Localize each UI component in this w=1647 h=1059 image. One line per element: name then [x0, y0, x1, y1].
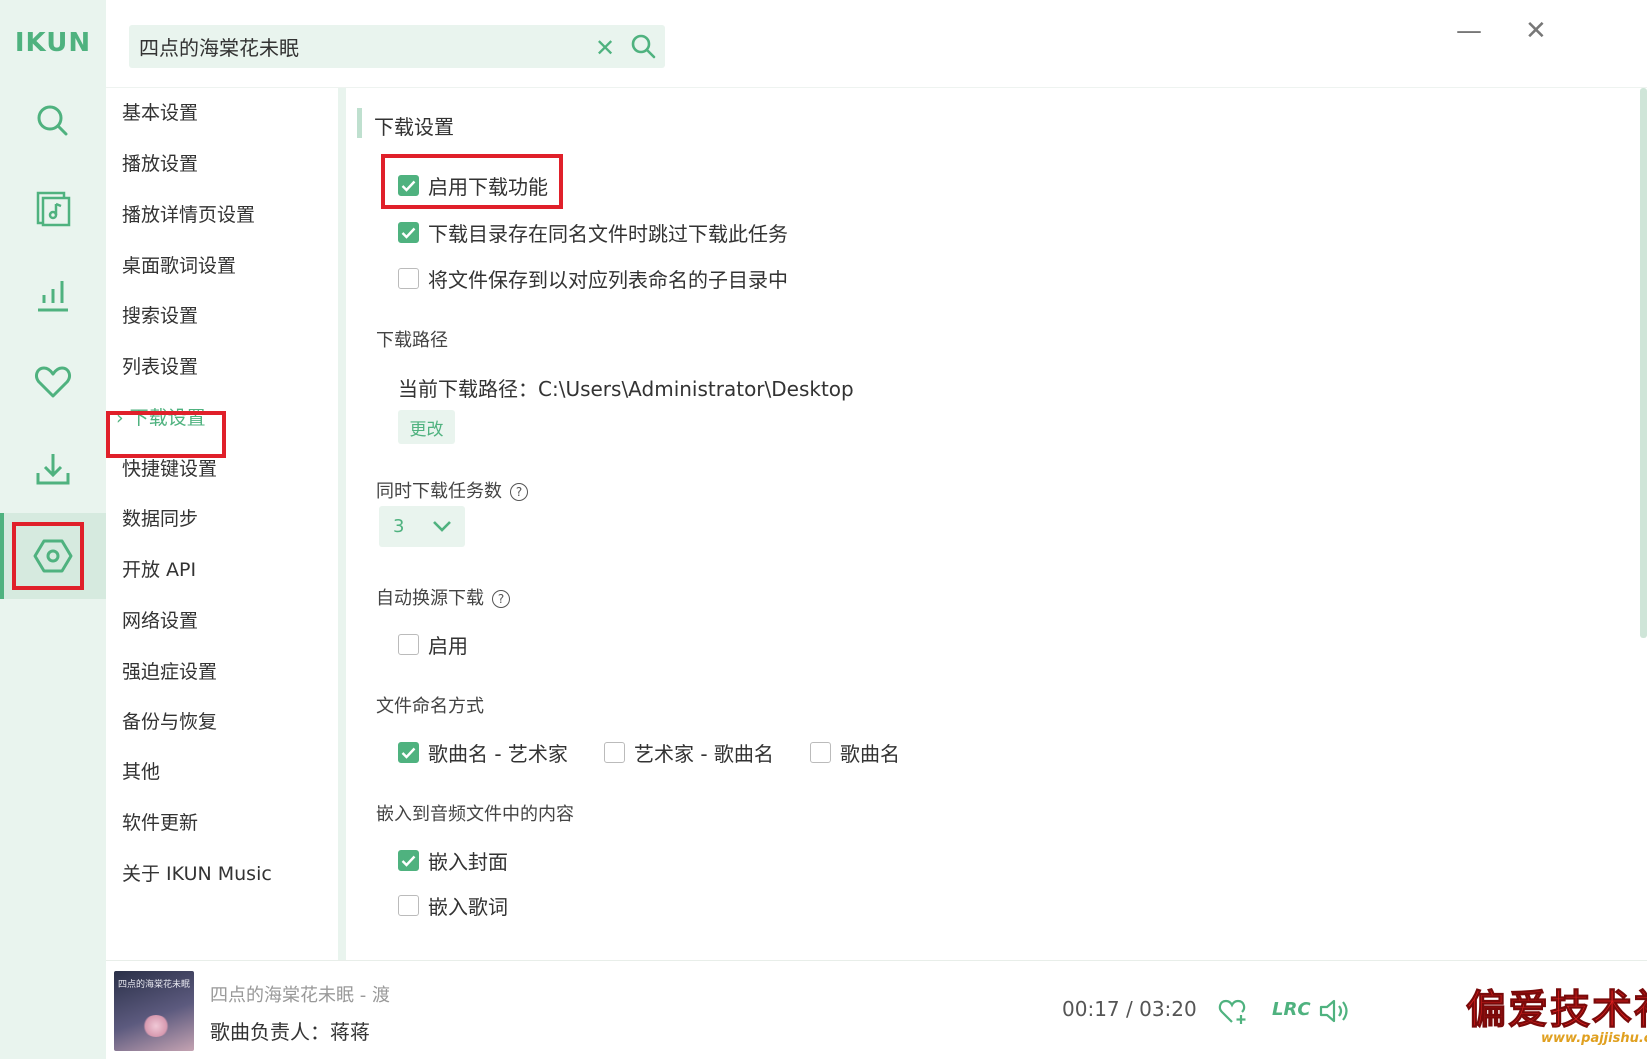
nav-item-download[interactable]: › 下载设置	[116, 403, 206, 430]
nav-item[interactable]: 备份与恢复	[122, 707, 217, 734]
concurrent-heading-label: 同时下载任务数	[376, 481, 502, 502]
settings-nav: 基本设置 播放设置 播放详情页设置 桌面歌词设置 搜索设置 列表设置 › 下载设…	[106, 88, 344, 960]
naming-option-title-artist[interactable]: 歌曲名 - 艺术家	[398, 738, 568, 767]
save-subdir-checkbox[interactable]: 将文件保存到以对应列表命名的子目录中	[398, 264, 788, 293]
checkbox-checked-icon	[398, 222, 419, 243]
player-bar: 四点的海棠花未眠 四点的海棠花未眠 - 渡 歌曲负责人：蒋蒋 00:17 / 0…	[106, 960, 1647, 1059]
search-icon[interactable]	[629, 32, 657, 60]
rail-search[interactable]	[0, 78, 106, 164]
top-bar: ✕ — ✕	[106, 0, 1647, 88]
nav-item[interactable]: 搜索设置	[122, 301, 198, 328]
rail-library[interactable]	[0, 165, 106, 251]
embed-heading: 嵌入到音频文件中的内容	[376, 804, 574, 825]
help-icon[interactable]: ?	[492, 590, 510, 608]
heart-icon	[35, 366, 71, 398]
checkbox-label: 将文件保存到以对应列表命名的子目录中	[428, 268, 788, 292]
change-path-button[interactable]: 更改	[398, 410, 455, 444]
settings-icon	[33, 539, 73, 573]
auto-source-heading: 自动换源下载?	[376, 584, 510, 610]
watermark-logo: 偏爱技术社区	[1466, 986, 1647, 1034]
nav-item[interactable]: 其他	[122, 757, 160, 784]
rail-download[interactable]	[0, 426, 106, 512]
checkbox-label: 下载目录存在同名文件时跳过下载此任务	[428, 222, 788, 246]
checkbox-unchecked-icon	[604, 742, 625, 763]
nav-item[interactable]: 列表设置	[122, 352, 198, 379]
help-icon[interactable]: ?	[510, 483, 528, 501]
lyrics-toggle[interactable]: LRC	[1272, 999, 1311, 1020]
volume-icon[interactable]	[1318, 997, 1352, 1025]
current-path-text: 当前下载路径：C:\Users\Administrator\Desktop	[398, 377, 854, 401]
skip-existing-checkbox[interactable]: 下载目录存在同名文件时跳过下载此任务	[398, 218, 788, 247]
naming-option-title[interactable]: 歌曲名	[810, 738, 900, 767]
checkbox-label: 启用	[428, 634, 468, 658]
checkbox-checked-icon	[398, 175, 419, 196]
search-input[interactable]	[139, 25, 579, 68]
concurrent-heading: 同时下载任务数?	[376, 477, 528, 503]
checkbox-checked-icon	[398, 742, 419, 763]
watermark-url: www.pajjishu.com	[1541, 1031, 1647, 1046]
checkbox-label: 艺术家 - 歌曲名	[634, 742, 774, 766]
download-path-heading: 下载路径	[376, 330, 448, 351]
nav-item[interactable]: 强迫症设置	[122, 657, 217, 684]
clear-icon[interactable]: ✕	[595, 34, 615, 62]
checkbox-unchecked-icon	[810, 742, 831, 763]
enable-download-checkbox[interactable]: 启用下载功能	[398, 171, 548, 200]
nav-item[interactable]: 网络设置	[122, 606, 198, 633]
checkbox-unchecked-icon	[398, 268, 419, 289]
section-marker	[357, 108, 362, 138]
nav-item[interactable]: 软件更新	[122, 808, 198, 835]
checkbox-unchecked-icon	[398, 895, 419, 916]
checkbox-label: 嵌入封面	[428, 850, 508, 874]
heart-add-icon[interactable]	[1218, 997, 1248, 1025]
section-title: 下载设置	[374, 115, 454, 139]
embed-cover-checkbox[interactable]: 嵌入封面	[398, 846, 508, 875]
cover-text: 四点的海棠花未眠	[118, 980, 191, 990]
playback-time: 00:17 / 03:20	[1062, 997, 1197, 1021]
nav-item[interactable]: 开放 API	[122, 555, 196, 582]
content-scrollbar[interactable]	[1640, 88, 1647, 638]
rail-charts[interactable]	[0, 252, 106, 338]
auto-source-heading-label: 自动换源下载	[376, 588, 484, 609]
nav-item-label: 下载设置	[129, 407, 206, 429]
auto-source-checkbox[interactable]: 启用	[398, 630, 468, 659]
checkbox-label: 启用下载功能	[428, 175, 548, 199]
album-cover[interactable]: 四点的海棠花未眠	[114, 971, 194, 1051]
nav-item[interactable]: 播放设置	[122, 149, 198, 176]
search-box: ✕	[129, 25, 665, 68]
rail-favorites[interactable]	[0, 339, 106, 425]
song-owner: 歌曲负责人：蒋蒋	[210, 1020, 370, 1044]
download-icon	[36, 454, 70, 485]
nav-item[interactable]: 基本设置	[122, 98, 198, 125]
chevron-right-icon: ›	[116, 407, 124, 429]
nav-item[interactable]: 快捷键设置	[122, 454, 217, 481]
checkbox-label: 歌曲名	[840, 742, 900, 766]
settings-content: 下载设置 启用下载功能 下载目录存在同名文件时跳过下载此任务 将文件保存到以对应…	[350, 88, 1640, 960]
checkbox-checked-icon	[398, 850, 419, 871]
nav-item[interactable]: 桌面歌词设置	[122, 251, 236, 278]
nav-scrollbar[interactable]	[338, 88, 346, 960]
checkbox-unchecked-icon	[398, 634, 419, 655]
minimize-icon[interactable]: —	[1456, 16, 1482, 46]
music-library-icon	[36, 191, 71, 227]
close-icon[interactable]: ✕	[1525, 16, 1547, 46]
nav-item[interactable]: 播放详情页设置	[122, 200, 255, 227]
rail-settings[interactable]	[0, 513, 106, 599]
checkbox-label: 嵌入歌词	[428, 895, 508, 919]
embed-lyrics-checkbox[interactable]: 嵌入歌词	[398, 891, 508, 920]
naming-option-artist-title[interactable]: 艺术家 - 歌曲名	[604, 738, 774, 767]
sidebar-rail: IKUN	[0, 0, 106, 1059]
search-icon	[37, 105, 68, 136]
nav-item[interactable]: 数据同步	[122, 504, 198, 531]
chevron-down-icon	[433, 521, 451, 532]
flower-image	[142, 1015, 170, 1037]
chart-icon	[38, 281, 68, 312]
song-title[interactable]: 四点的海棠花未眠 - 渡	[210, 981, 390, 1007]
naming-heading: 文件命名方式	[376, 696, 484, 717]
concurrent-select[interactable]: 3	[379, 506, 465, 547]
nav-item[interactable]: 关于 IKUN Music	[122, 859, 272, 886]
checkbox-label: 歌曲名 - 艺术家	[428, 742, 568, 766]
app-logo: IKUN	[14, 28, 92, 58]
select-value: 3	[393, 516, 405, 537]
